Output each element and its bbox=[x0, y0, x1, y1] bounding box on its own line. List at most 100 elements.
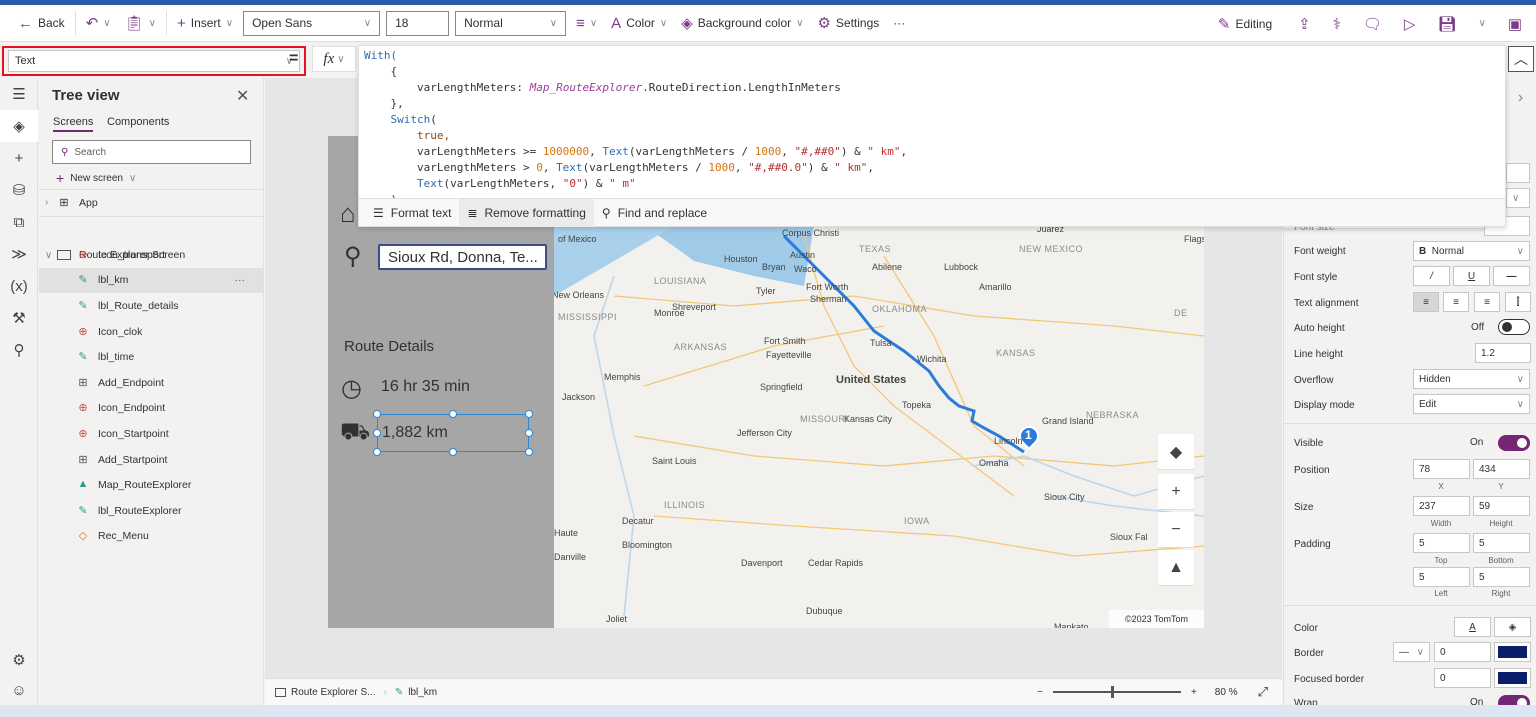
tilt-button[interactable]: ▲ bbox=[1158, 550, 1194, 586]
visible-toggle[interactable] bbox=[1498, 435, 1530, 451]
plus-icon[interactable]: + bbox=[0, 142, 38, 174]
editing-button[interactable]: ✎ Editing bbox=[1214, 15, 1276, 33]
resize-handle[interactable] bbox=[525, 448, 533, 456]
function-button[interactable]: fx ∨ bbox=[312, 46, 356, 72]
new-screen-button[interactable]: + New screen ∨ bbox=[56, 170, 136, 186]
tree-item-icon-transport[interactable]: ⊕ Icon_transport bbox=[39, 242, 263, 268]
collapse-formula-button[interactable]: ︿ bbox=[1508, 46, 1534, 72]
play-icon[interactable]: ▷ bbox=[1404, 15, 1416, 33]
search-icon[interactable]: ⚲ bbox=[0, 334, 38, 366]
font-family-select[interactable]: Open Sans ∨ bbox=[243, 10, 381, 36]
variables-icon[interactable]: (x) bbox=[0, 270, 38, 302]
close-icon[interactable]: ✕ bbox=[236, 86, 249, 106]
remove-formatting-button[interactable]: ≣ Remove formatting bbox=[459, 198, 594, 227]
settings-button[interactable]: ⚙ Settings bbox=[813, 14, 883, 32]
property-input[interactable] bbox=[1506, 163, 1530, 183]
undo-button[interactable]: ↶ ∨ bbox=[82, 14, 115, 32]
publish-icon[interactable]: ▣ bbox=[1508, 15, 1522, 33]
layers-icon[interactable]: ◈ bbox=[0, 110, 38, 142]
zoom-out-button[interactable]: − bbox=[1158, 512, 1194, 548]
virtual-agent-icon[interactable]: ☺ bbox=[0, 674, 38, 706]
italic-button[interactable]: / bbox=[1413, 266, 1450, 286]
align-center-button[interactable]: ≡ bbox=[1443, 292, 1469, 312]
zoom-out-button[interactable]: − bbox=[1037, 687, 1043, 698]
chevron-down-icon[interactable]: ∨ bbox=[1478, 18, 1485, 29]
search-input[interactable]: ⚲ Search bbox=[52, 140, 251, 164]
endpoint-input[interactable]: Sioux Rd, Donna, Te... bbox=[378, 244, 547, 270]
tree-item-rec-menu[interactable]: ◇ Rec_Menu bbox=[39, 524, 263, 550]
home-icon[interactable]: ⌂ bbox=[340, 198, 356, 229]
background-color-button[interactable]: ◈ Background color ∨ bbox=[677, 14, 807, 32]
padding-top-input[interactable]: 5 bbox=[1413, 533, 1470, 553]
power-automate-icon[interactable]: ≫ bbox=[0, 238, 38, 270]
fit-to-screen-icon[interactable]: ⤢ bbox=[1258, 684, 1268, 700]
tree-item-lbl-route-details[interactable]: ✎ lbl_Route_details bbox=[39, 293, 263, 319]
media-icon[interactable]: ⧉ bbox=[0, 206, 38, 238]
tree-item-lbl-routeexplorer[interactable]: ✎ lbl_RouteExplorer bbox=[39, 498, 263, 524]
compass-button[interactable]: ◆ bbox=[1158, 434, 1194, 470]
display-mode-select[interactable]: Edit ∨ bbox=[1413, 394, 1530, 414]
tree-item-map-routeexplorer[interactable]: ▲ Map_RouteExplorer bbox=[39, 472, 263, 498]
zoom-in-button[interactable]: + bbox=[1191, 687, 1197, 698]
database-icon[interactable]: ⛁ bbox=[0, 174, 38, 206]
zoom-slider-thumb[interactable] bbox=[1110, 686, 1114, 698]
insert-button[interactable]: + Insert ∨ bbox=[173, 15, 237, 32]
find-replace-button[interactable]: ⚲ Find and replace bbox=[594, 199, 715, 227]
breadcrumb-control[interactable]: ✎ lbl_km bbox=[395, 687, 437, 698]
hamburger-icon[interactable]: ☰ bbox=[0, 78, 38, 110]
auto-height-toggle[interactable] bbox=[1498, 319, 1530, 335]
resize-handle[interactable] bbox=[449, 410, 457, 418]
more-button[interactable]: ··· bbox=[889, 16, 909, 30]
padding-right-input[interactable]: 5 bbox=[1473, 567, 1530, 587]
tools-icon[interactable]: ⚒ bbox=[0, 302, 38, 334]
stethoscope-icon[interactable]: ⚕ bbox=[1333, 15, 1341, 33]
align-left-button[interactable]: ≡ bbox=[1413, 292, 1439, 312]
color-button[interactable]: A Color ∨ bbox=[607, 15, 671, 32]
formula-code[interactable]: With( { varLengthMeters: Map_RouteExplor… bbox=[364, 48, 907, 208]
resize-handle[interactable] bbox=[525, 429, 533, 437]
text-color-button[interactable]: A bbox=[1454, 617, 1491, 637]
format-text-button[interactable]: ☰ Format text bbox=[365, 199, 459, 227]
tab-components[interactable]: Components bbox=[107, 116, 169, 128]
tree-item-icon-clok[interactable]: ⊕ Icon_clok bbox=[39, 319, 263, 345]
resize-handle[interactable] bbox=[373, 410, 381, 418]
distance-label[interactable]: 1,882 km bbox=[377, 414, 529, 452]
underline-button[interactable]: U bbox=[1453, 266, 1490, 286]
focused-border-color-button[interactable] bbox=[1494, 668, 1531, 688]
strikethrough-button[interactable]: — bbox=[1493, 266, 1530, 286]
tree-item-lbl-km[interactable]: ✎ lbl_km ··· bbox=[39, 267, 263, 294]
padding-bottom-input[interactable]: 5 bbox=[1473, 533, 1530, 553]
share-icon[interactable]: ⇪ bbox=[1298, 15, 1311, 33]
font-size-input[interactable]: 18 bbox=[386, 10, 450, 36]
border-thickness-input[interactable]: 0 bbox=[1434, 642, 1491, 662]
breadcrumb-screen[interactable]: Route Explorer S... bbox=[265, 687, 375, 698]
position-x-input[interactable]: 78 bbox=[1413, 459, 1470, 479]
comment-icon[interactable]: 🗨︎ bbox=[1363, 15, 1382, 33]
resize-handle[interactable] bbox=[525, 410, 533, 418]
tree-item-add-startpoint[interactable]: ⊞ Add_Startpoint bbox=[39, 447, 263, 473]
tree-item-app[interactable]: › ⊞ App bbox=[45, 190, 263, 216]
font-weight-select[interactable]: B Normal ∨ bbox=[1413, 241, 1530, 261]
align-justify-button[interactable]: ⫿ bbox=[1505, 292, 1531, 312]
border-style-select[interactable]: — ∨ bbox=[1393, 642, 1430, 662]
width-input[interactable]: 237 bbox=[1413, 496, 1470, 516]
fill-color-button[interactable]: ◈ bbox=[1494, 617, 1531, 637]
tree-item-add-endpoint[interactable]: ⊞ Add_Endpoint bbox=[39, 370, 263, 396]
align-button[interactable]: ≡ ∨ bbox=[572, 15, 601, 32]
border-color-button[interactable] bbox=[1494, 642, 1531, 662]
padding-left-input[interactable]: 5 bbox=[1413, 567, 1470, 587]
align-right-button[interactable]: ≡ bbox=[1474, 292, 1500, 312]
focused-border-input[interactable]: 0 bbox=[1434, 668, 1491, 688]
zoom-in-button[interactable]: + bbox=[1158, 474, 1194, 510]
location-pin-icon[interactable]: ⚲ bbox=[344, 242, 362, 271]
formula-editor[interactable]: With( { varLengthMeters: Map_RouteExplor… bbox=[358, 45, 1506, 227]
chevron-right-icon[interactable]: › bbox=[1505, 78, 1536, 118]
tree-item-lbl-time[interactable]: ✎ lbl_time bbox=[39, 344, 263, 370]
line-height-input[interactable]: 1.2 bbox=[1475, 343, 1531, 363]
height-input[interactable]: 59 bbox=[1473, 496, 1530, 516]
paste-button[interactable]: 📋︎ ∨ bbox=[121, 14, 160, 32]
overflow-select[interactable]: Hidden ∨ bbox=[1413, 369, 1530, 389]
tab-screens[interactable]: Screens bbox=[53, 116, 94, 132]
zoom-slider[interactable] bbox=[1052, 686, 1181, 698]
resize-handle[interactable] bbox=[373, 429, 381, 437]
